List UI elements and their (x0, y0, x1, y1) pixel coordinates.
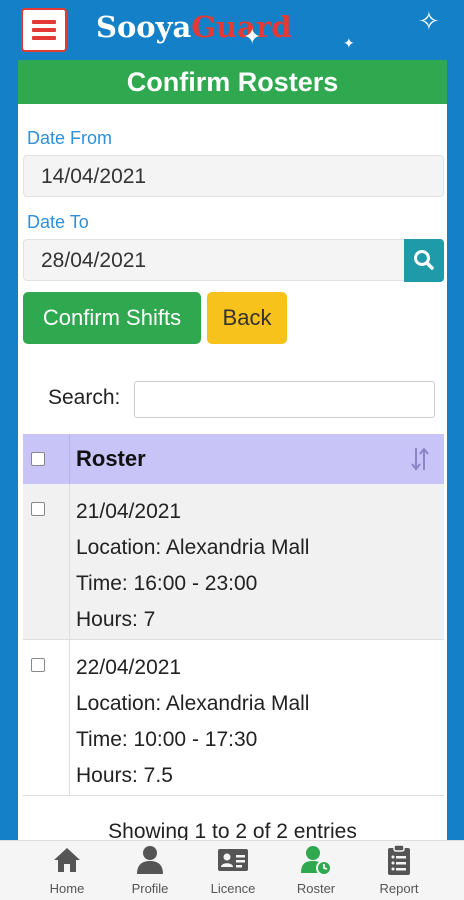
report-icon (388, 844, 410, 875)
sparkle-icon: ✦ (343, 35, 355, 51)
select-all-checkbox[interactable] (31, 452, 45, 466)
search-label: Search: (48, 386, 121, 409)
nav-roster-label: Roster (296, 881, 336, 896)
licence-icon (218, 849, 248, 871)
sort-icon[interactable] (410, 446, 430, 477)
date-from-label: Date From (27, 128, 113, 148)
nav-home[interactable]: Home (27, 841, 107, 900)
roster-column-header[interactable]: Roster (76, 446, 146, 472)
roster-location: Location: Alexandria Mall (76, 692, 310, 715)
roster-cell: 22/04/2021 Location: Alexandria Mall Tim… (76, 650, 309, 794)
search-icon (414, 250, 434, 270)
menu-line (32, 20, 56, 24)
table-row[interactable]: 22/04/2021 Location: Alexandria Mall Tim… (23, 640, 444, 796)
menu-line (32, 28, 56, 32)
roster-hours: Hours: 7.5 (76, 764, 173, 787)
table-row[interactable]: 21/04/2021 Location: Alexandria Mall Tim… (23, 484, 444, 640)
roster-cell: 21/04/2021 Location: Alexandria Mall Tim… (76, 494, 309, 638)
date-from-field[interactable]: 14/04/2021 (23, 155, 444, 197)
nav-report-label: Report (379, 881, 419, 896)
date-to-label: Date To (27, 212, 89, 232)
roster-table: Roster 21/04/2021 Location: Alexandria M… (23, 434, 444, 796)
sparkle-icon: ✧ (418, 6, 440, 36)
nav-report[interactable]: Report (359, 841, 439, 900)
roster-hours: Hours: 7 (76, 608, 156, 631)
search-input[interactable] (134, 381, 435, 418)
confirm-shifts-button[interactable]: Confirm Shifts (23, 292, 201, 344)
nav-licence-label: Licence (210, 881, 256, 896)
hamburger-menu-button[interactable] (21, 8, 67, 52)
table-header: Roster (23, 434, 444, 484)
profile-icon (137, 846, 163, 874)
roster-location: Location: Alexandria Mall (76, 536, 310, 559)
roster-time: Time: 10:00 - 17:30 (76, 728, 258, 751)
roster-time: Time: 16:00 - 23:00 (76, 572, 258, 595)
nav-profile[interactable]: Profile (110, 841, 190, 900)
column-divider (69, 434, 70, 484)
nav-home-label: Home (49, 881, 85, 896)
menu-line (32, 36, 56, 40)
back-button[interactable]: Back (207, 292, 287, 344)
row-checkbox[interactable] (31, 658, 45, 672)
column-divider (69, 484, 70, 639)
nav-roster[interactable]: Roster (276, 841, 356, 900)
page-title: Confirm Rosters (18, 60, 447, 104)
nav-profile-label: Profile (131, 881, 169, 896)
home-icon (54, 848, 80, 872)
roster-date: 21/04/2021 (76, 500, 182, 523)
search-button[interactable] (404, 239, 444, 282)
column-divider (69, 640, 70, 795)
roster-icon (301, 846, 332, 876)
brand-text-sooya: Sooya (96, 10, 192, 44)
top-bar: SooyaGuard ✦ ✦ ✧ (0, 0, 464, 60)
main-panel: Confirm Rosters Date From 14/04/2021 Dat… (18, 60, 447, 850)
sparkle-icon: ✦ (243, 24, 262, 49)
bottom-navigation: Home Profile Licence Roster Report (0, 840, 464, 900)
brand-logo: SooyaGuard (96, 10, 291, 44)
nav-licence[interactable]: Licence (193, 841, 273, 900)
date-to-field[interactable]: 28/04/2021 (23, 239, 405, 281)
roster-date: 22/04/2021 (76, 656, 182, 679)
row-checkbox[interactable] (31, 502, 45, 516)
brand-text-guard: Guard (191, 10, 292, 44)
